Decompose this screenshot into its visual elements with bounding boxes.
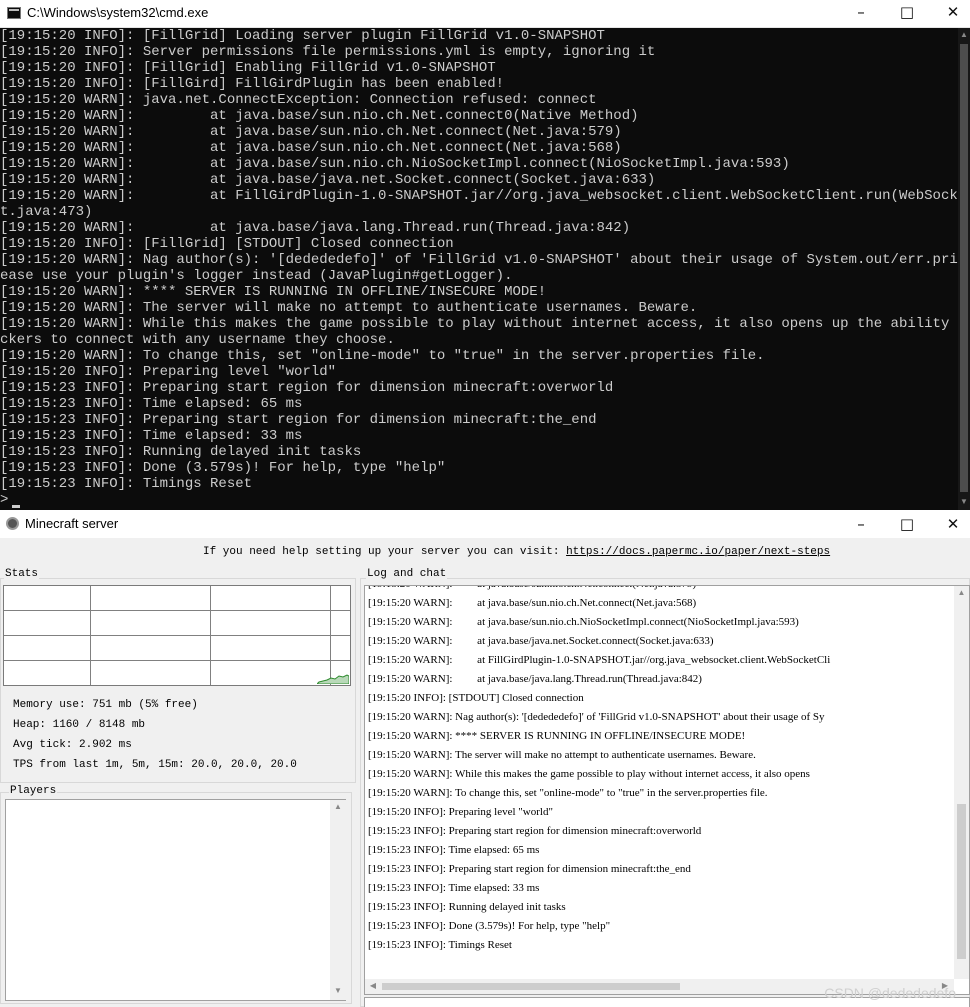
help-link[interactable]: https://docs.papermc.io/paper/next-steps [566, 546, 830, 558]
log-line: [19:15:20 WARN]: The server will make no… [368, 749, 756, 761]
console-line: [19:15:20 WARN]: at java.base/sun.nio.ch… [0, 140, 622, 156]
log-line: [19:15:20 WARN]: Nag author(s): '[dedede… [368, 711, 825, 723]
avg-tick-stat: Avg tick: 2.902 ms [13, 739, 132, 751]
console-line: [19:15:23 INFO]: Running delayed init ta… [0, 444, 362, 460]
log-output[interactable]: [19:15:20 WARN]: at java.base/sun.nio.ch… [364, 585, 970, 995]
help-text: If you need help setting up your server … [203, 546, 567, 558]
memory-graph-line [317, 674, 349, 684]
graph-gridline [4, 610, 350, 611]
console-line: [19:15:20 INFO]: Preparing level "world" [0, 364, 337, 380]
stats-label: Stats [4, 568, 40, 580]
minecraft-server-window: Minecraft server – □ ✕ If you need help … [0, 510, 970, 1007]
console-output[interactable]: [19:15:20 INFO]: [FillGrid] Loading serv… [0, 28, 958, 510]
graph-gridline [4, 660, 350, 661]
console-line: [19:15:23 INFO]: Done (3.579s)! For help… [0, 460, 446, 476]
console-line: t.java:473) [0, 204, 93, 220]
scroll-up-icon[interactable]: ▲ [330, 802, 346, 811]
scroll-up-icon[interactable]: ▲ [954, 588, 969, 597]
minimize-icon[interactable]: – [838, 510, 884, 538]
log-line: [19:15:23 INFO]: Preparing start region … [368, 825, 702, 837]
watermark: CSDN @dedededefo [824, 985, 956, 1001]
cmd-window: C:\Windows\system32\cmd.exe – □ ✕ [19:15… [0, 0, 970, 510]
close-icon[interactable]: ✕ [930, 510, 970, 538]
log-line: [19:15:20 WARN]: **** SERVER IS RUNNING … [368, 730, 746, 742]
scroll-down-icon[interactable]: ▼ [958, 497, 970, 506]
log-line: [19:15:20 WARN]: at java.base/java.net.S… [368, 635, 714, 647]
console-line: [19:15:20 WARN]: at java.base/sun.nio.ch… [0, 156, 790, 172]
console-line: [19:15:23 INFO]: Timings Reset [0, 476, 253, 492]
log-line: [19:15:20 WARN]: at java.base/sun.nio.ch… [368, 586, 958, 594]
log-horizontal-thumb[interactable] [382, 983, 680, 990]
log-line: [19:15:20 WARN]: at FillGirdPlugin-1.0-S… [368, 654, 831, 666]
tps-stat: TPS from last 1m, 5m, 15m: 20.0, 20.0, 2… [13, 759, 297, 771]
console-line: [19:15:20 INFO]: [FillGrid] Loading serv… [0, 28, 605, 44]
console-scrollbar-thumb[interactable] [960, 44, 968, 492]
players-list[interactable] [5, 799, 346, 1001]
help-message: If you need help setting up your server … [203, 546, 830, 558]
cmd-title-bar[interactable]: C:\Windows\system32\cmd.exe – □ ✕ [0, 0, 970, 28]
log-line: [19:15:20 WARN]: at java.base/sun.nio.ch… [368, 616, 799, 628]
console-line: [19:15:20 WARN]: The server will make no… [0, 300, 698, 316]
mc-title-bar[interactable]: Minecraft server – □ ✕ [0, 510, 970, 538]
console-line: [19:15:20 WARN]: To change this, set "on… [0, 348, 765, 364]
scroll-down-icon[interactable]: ▼ [330, 986, 346, 995]
console-line: [19:15:20 INFO]: [FillGrid] [STDOUT] Clo… [0, 236, 454, 252]
log-label: Log and chat [366, 568, 448, 580]
graph-gridline [4, 635, 350, 636]
console-line: ckers to connect with any username they … [0, 332, 395, 348]
log-line: [19:15:23 INFO]: Time elapsed: 33 ms [368, 882, 540, 894]
heap-stat: Heap: 1160 / 8148 mb [13, 719, 146, 731]
log-line: [19:15:20 WARN]: To change this, set "on… [368, 787, 768, 799]
console-line: [19:15:23 INFO]: Preparing start region … [0, 380, 614, 396]
console-line: ease use your plugin's logger instead (J… [0, 268, 513, 284]
log-line: [19:15:20 WARN]: at java.base/java.lang.… [368, 673, 702, 685]
console-line: [19:15:20 INFO]: Server permissions file… [0, 44, 656, 60]
log-lines: [19:15:20 WARN]: at java.base/sun.nio.ch… [368, 586, 958, 955]
log-line: [19:15:20 WARN]: While this makes the ga… [368, 768, 810, 780]
console-line: [19:15:20 WARN]: **** SERVER IS RUNNING … [0, 284, 547, 300]
log-line: [19:15:23 INFO]: Running delayed init ta… [368, 901, 566, 913]
console-line: [19:15:20 WARN]: While this makes the ga… [0, 316, 958, 332]
console-line: [19:15:23 INFO]: Time elapsed: 65 ms [0, 396, 303, 412]
log-line: [19:15:23 INFO]: Done (3.579s)! For help… [368, 920, 611, 932]
log-line: [19:15:23 INFO]: Time elapsed: 65 ms [368, 844, 540, 856]
maximize-icon[interactable]: □ [884, 510, 930, 538]
stats-graph [3, 585, 351, 686]
maximize-icon[interactable]: □ [884, 0, 930, 27]
console-line: [19:15:20 WARN]: Nag author(s): '[dedede… [0, 252, 958, 268]
console-line: [19:15:20 INFO]: [FillGrid] Enabling Fil… [0, 60, 496, 76]
console-line: [19:15:20 WARN]: at java.base/java.net.S… [0, 172, 656, 188]
mc-app-icon [6, 517, 19, 530]
mc-window-title: Minecraft server [25, 516, 119, 531]
console-scrollbar[interactable]: ▲ ▼ [958, 28, 970, 510]
players-scrollbar[interactable]: ▲ ▼ [330, 800, 346, 1000]
console-line: [19:15:23 INFO]: Time elapsed: 33 ms [0, 428, 303, 444]
close-icon[interactable]: ✕ [930, 0, 970, 27]
memory-stat: Memory use: 751 mb (5% free) [13, 699, 198, 711]
log-line: [19:15:23 INFO]: Timings Reset [368, 939, 512, 951]
console-line: [19:15:20 WARN]: at FillGirdPlugin-1.0-S… [0, 188, 958, 204]
console-line: [19:15:23 INFO]: Preparing start region … [0, 412, 597, 428]
console-line: [19:15:20 WARN]: at java.base/sun.nio.ch… [0, 108, 639, 124]
cmd-window-title: C:\Windows\system32\cmd.exe [27, 5, 209, 20]
console-line: [19:15:20 WARN]: at java.base/java.lang.… [0, 220, 631, 236]
log-line: [19:15:20 INFO]: [STDOUT] Closed connect… [368, 692, 584, 704]
log-vertical-scrollbar[interactable]: ▲ [954, 586, 969, 979]
console-line: [19:15:20 WARN]: at java.base/sun.nio.ch… [0, 124, 622, 140]
minimize-icon[interactable]: – [838, 0, 884, 27]
cmd-app-icon [7, 7, 21, 19]
log-line: [19:15:23 INFO]: Preparing start region … [368, 863, 691, 875]
log-vertical-thumb[interactable] [957, 804, 966, 959]
console-line: [19:15:20 WARN]: java.net.ConnectExcepti… [0, 92, 597, 108]
log-line: [19:15:20 INFO]: Preparing level "world" [368, 806, 553, 818]
console-line: > [0, 492, 9, 508]
players-label: Players [9, 785, 58, 797]
scroll-left-icon[interactable]: ◀ [367, 981, 379, 990]
console-cursor [12, 505, 20, 508]
log-line: [19:15:20 WARN]: at java.base/sun.nio.ch… [368, 597, 697, 609]
scroll-up-icon[interactable]: ▲ [958, 30, 970, 39]
console-line: [19:15:20 INFO]: [FillGird] FillGirdPlug… [0, 76, 505, 92]
